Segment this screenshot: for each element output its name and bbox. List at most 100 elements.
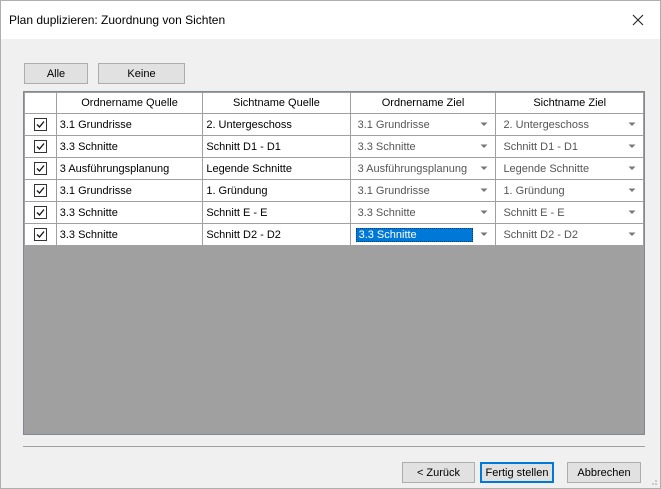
source-folder-cell: 3.3 Schnitte	[55, 135, 204, 158]
target-view-cell: 2. Untergeschoss	[495, 113, 644, 136]
row-checkbox[interactable]	[33, 140, 47, 153]
checkmark-icon	[36, 209, 45, 216]
source-view-cell: 2. Untergeschoss	[202, 113, 351, 136]
target-folder-dropdown[interactable]: 3.3 Schnitte	[355, 136, 493, 157]
target-view-dropdown[interactable]: Schnitt D2 - D2	[501, 224, 640, 245]
row-checkbox-cell	[24, 135, 57, 158]
chevron-down-icon	[480, 144, 488, 148]
target-view-value: 1. Gründung	[503, 184, 565, 197]
select-none-button[interactable]: Keine	[98, 63, 185, 84]
dropdown-arrow[interactable]	[624, 166, 640, 171]
row-checkbox-cell	[24, 157, 57, 180]
target-view-dropdown[interactable]: Legende Schnitte	[501, 158, 640, 179]
target-folder-value: 3.3 Schnitte	[357, 206, 416, 219]
table-row: 3.3 Schnitte Schnitt E - E 3.3 Schnitte Sch…	[24, 201, 644, 224]
target-folder-dropdown[interactable]: 3.3 Schnitte	[355, 224, 493, 245]
target-view-cell: 1. Gründung	[495, 179, 644, 202]
header-source-folder: Ordnername Quelle	[55, 92, 204, 114]
row-checkbox[interactable]	[33, 118, 47, 131]
chevron-down-icon	[628, 166, 636, 170]
target-folder-dropdown[interactable]: 3.3 Schnitte	[355, 202, 493, 223]
dropdown-arrow[interactable]	[476, 210, 492, 215]
mapping-grid: Ordnername Quelle Sichtname Quelle Ordne…	[23, 91, 645, 435]
chevron-down-icon	[628, 232, 636, 236]
close-button[interactable]	[616, 1, 660, 39]
target-folder-dropdown[interactable]: 3.1 Grundrisse	[355, 114, 493, 135]
target-view-value: 2. Untergeschoss	[503, 118, 590, 131]
table-row: 3.1 Grundrisse 1. Gründung 3.1 Grundrisse 1…	[24, 179, 644, 202]
dropdown-arrow[interactable]	[624, 188, 640, 193]
finish-button[interactable]: Fertig stellen	[480, 462, 554, 483]
title-bar: Plan duplizieren: Zuordnung von Sichten	[1, 1, 660, 39]
target-folder-value: 3.1 Grundrisse	[357, 118, 430, 131]
target-view-value: Schnitt D1 - D1	[503, 140, 579, 153]
dropdown-arrow[interactable]	[624, 210, 640, 215]
row-checkbox-cell	[24, 201, 57, 224]
target-folder-value: 3.3 Schnitte	[357, 140, 416, 153]
back-button[interactable]: < Zurück	[402, 462, 475, 483]
dropdown-arrow[interactable]	[476, 122, 492, 127]
row-checkbox[interactable]	[33, 228, 47, 241]
dropdown-arrow[interactable]	[624, 144, 640, 149]
mapping-table: Ordnername Quelle Sichtname Quelle Ordne…	[24, 92, 644, 246]
source-view-cell: Schnitt D1 - D1	[202, 135, 351, 158]
row-checkbox[interactable]	[33, 206, 47, 219]
footer-separator	[23, 446, 645, 447]
row-checkbox-cell	[24, 179, 57, 202]
target-view-dropdown[interactable]: 1. Gründung	[501, 180, 640, 201]
cancel-button[interactable]: Abbrechen	[567, 462, 641, 483]
checkmark-icon	[36, 231, 45, 238]
target-folder-cell: 3.3 Schnitte	[349, 135, 497, 158]
chevron-down-icon	[480, 188, 488, 192]
checkmark-icon	[36, 121, 45, 128]
chevron-down-icon	[480, 232, 488, 236]
target-folder-value: 3 Ausführungsplanung	[357, 162, 468, 175]
source-folder-cell: 3.3 Schnitte	[55, 201, 204, 224]
header-checkbox-column	[24, 92, 57, 114]
target-folder-dropdown[interactable]: 3.1 Grundrisse	[355, 180, 493, 201]
source-view-cell: Legende Schnitte	[202, 157, 351, 180]
chevron-down-icon	[628, 122, 636, 126]
table-row: 3 Ausführungsplanung Legende Schnitte 3 Au…	[24, 157, 644, 180]
dialog-window: Plan duplizieren: Zuordnung von Sichten …	[0, 0, 661, 489]
dropdown-arrow[interactable]	[624, 122, 640, 127]
dropdown-arrow[interactable]	[624, 232, 640, 237]
target-folder-cell: 3.3 Schnitte	[349, 201, 497, 224]
header-target-folder: Ordnername Ziel	[349, 92, 497, 114]
select-all-button[interactable]: Alle	[24, 63, 88, 84]
row-checkbox-cell	[24, 223, 57, 246]
dropdown-arrow[interactable]	[476, 166, 492, 171]
header-source-view: Sichtname Quelle	[202, 92, 351, 114]
target-view-dropdown[interactable]: Schnitt D1 - D1	[501, 136, 640, 157]
chevron-down-icon	[480, 166, 488, 170]
target-view-cell: Schnitt E - E	[495, 201, 644, 224]
resize-grip-icon[interactable]	[648, 476, 658, 486]
dialog-title: Plan duplizieren: Zuordnung von Sichten	[9, 13, 226, 27]
target-view-dropdown[interactable]: 2. Untergeschoss	[501, 114, 640, 135]
source-view-cell: Schnitt D2 - D2	[202, 223, 351, 246]
row-checkbox[interactable]	[33, 162, 47, 175]
dropdown-arrow[interactable]	[476, 188, 492, 193]
target-view-value: Legende Schnitte	[503, 162, 590, 175]
target-view-dropdown[interactable]: Schnitt E - E	[501, 202, 640, 223]
dropdown-arrow[interactable]	[476, 144, 492, 149]
source-folder-cell: 3.3 Schnitte	[55, 223, 204, 246]
chevron-down-icon	[628, 144, 636, 148]
checkmark-icon	[36, 143, 45, 150]
row-checkbox[interactable]	[33, 184, 47, 197]
header-target-view: Sichtname Ziel	[495, 92, 644, 114]
target-folder-dropdown[interactable]: 3 Ausführungsplanung	[355, 158, 493, 179]
checkmark-icon	[36, 165, 45, 172]
table-header-row: Ordnername Quelle Sichtname Quelle Ordne…	[24, 92, 644, 114]
chevron-down-icon	[480, 122, 488, 126]
target-view-cell: Legende Schnitte	[495, 157, 644, 180]
target-folder-cell: 3.3 Schnitte	[349, 223, 497, 246]
close-icon	[632, 14, 644, 26]
chevron-down-icon	[480, 210, 488, 214]
source-folder-cell: 3.1 Grundrisse	[55, 179, 204, 202]
target-view-value: Schnitt D2 - D2	[503, 228, 579, 241]
table-row: 3.3 Schnitte Schnitt D1 - D1 3.3 Schnitte S…	[24, 135, 644, 158]
dropdown-arrow[interactable]	[476, 232, 492, 237]
checkmark-icon	[36, 187, 45, 194]
source-view-cell: Schnitt E - E	[202, 201, 351, 224]
